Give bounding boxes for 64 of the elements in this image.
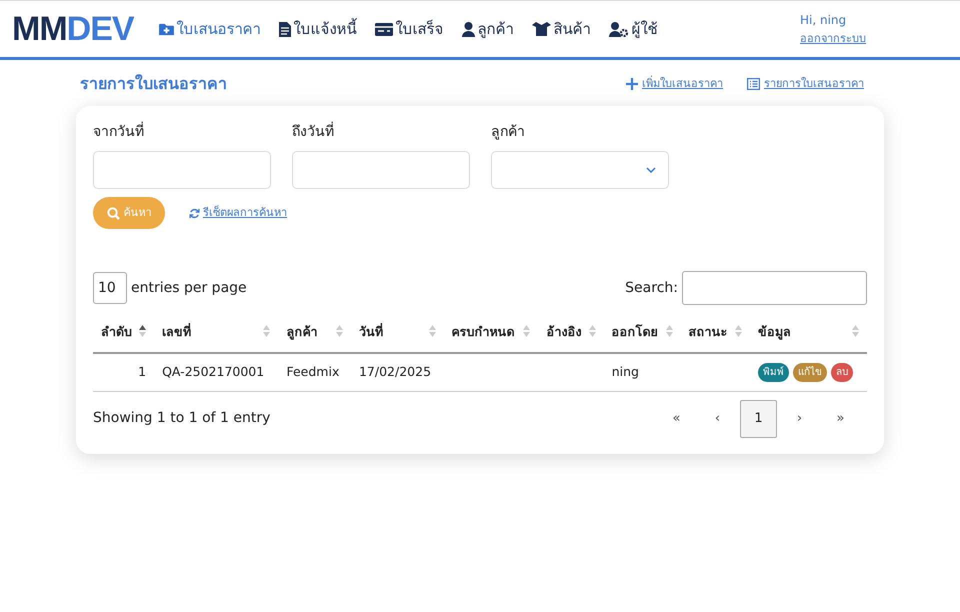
nav-link[interactable]: ใบแจ้งหนี้ [270, 18, 366, 40]
document-icon [278, 22, 291, 36]
reset-link[interactable]: รีเซ็ตผลการค้นหา [189, 204, 287, 222]
table-cell: 17/02/2025 [350, 352, 444, 392]
page-button[interactable]: ‹ [699, 400, 736, 438]
table-cell: ning [604, 352, 681, 392]
nav-link[interactable]: สินค้า [522, 18, 600, 40]
page-button[interactable]: › [781, 400, 818, 438]
logout-link[interactable]: ออกจากระบบ [800, 30, 866, 48]
page-button[interactable]: » [822, 400, 859, 438]
table-cell: 1 [93, 352, 154, 392]
page-size-label: entries per page [131, 278, 247, 298]
table-cell: QA-2502170001 [154, 352, 278, 392]
column-header[interactable]: อ้างอิง [538, 313, 604, 353]
field-label: จากวันที่ [93, 122, 271, 143]
nav-link[interactable]: ใบเสนอราคา [150, 18, 270, 40]
sort-icon [336, 325, 343, 340]
user-icon [462, 22, 475, 36]
nav-link[interactable]: ใบเสร็จ [366, 18, 453, 40]
column-header[interactable]: ออกโดย [604, 313, 681, 353]
search-icon [106, 206, 120, 220]
folder-plus-icon [158, 22, 174, 36]
sort-icon [852, 325, 859, 340]
chevron-down-icon [646, 167, 656, 173]
card-icon [374, 22, 393, 36]
sort-icon [523, 325, 530, 340]
header-link[interactable]: เพิ่มใบเสนอราคา [626, 76, 723, 92]
field-label: ลูกค้า [491, 123, 526, 142]
header-link[interactable]: รายการใบเสนอราคา [747, 76, 864, 92]
sort-icon [588, 325, 596, 340]
column-header[interactable]: ครบกำหนด [444, 313, 538, 353]
page-size-field[interactable]: 10 [93, 272, 127, 304]
column-header[interactable]: ลำดับ [93, 313, 154, 353]
sort-icon [428, 325, 436, 340]
column-header[interactable]: ข้อมูล [750, 313, 867, 353]
action-button[interactable]: ลบ [831, 362, 854, 382]
nav-link[interactable]: ผู้ใช้ [600, 18, 667, 40]
search-label: Search: [625, 278, 678, 298]
column-header[interactable]: สถานะ [680, 313, 750, 353]
refresh-icon [189, 208, 200, 218]
column-header[interactable]: ลูกค้า [278, 313, 351, 353]
table-info: Showing 1 to 1 of 1 entry [93, 409, 270, 428]
action-button[interactable]: พิมพ์ [758, 362, 790, 382]
page-button[interactable]: « [658, 400, 695, 438]
logo: MMDEV [12, 12, 134, 46]
sort-icon [666, 325, 673, 340]
greeting: Hi, ning [800, 12, 848, 29]
sort-icon [735, 325, 742, 340]
column-header[interactable]: วันที่ [350, 313, 444, 353]
column-header[interactable]: เลขที่ [154, 313, 278, 353]
list-icon [747, 78, 760, 90]
nav-link[interactable]: ลูกค้า [452, 18, 523, 40]
search-field[interactable] [682, 271, 867, 305]
user-gear-icon [608, 22, 629, 36]
page-title: รายการใบเสนอราคา [80, 73, 227, 95]
date-field[interactable] [93, 151, 271, 189]
sort-icon [139, 325, 146, 340]
sort-icon [263, 325, 270, 340]
customer-select[interactable] [491, 151, 669, 189]
table-cell: Feedmix [278, 352, 351, 392]
page-button[interactable]: 1 [740, 400, 777, 438]
field-label: ถึงวันที่ [292, 122, 470, 143]
plus-icon [626, 78, 638, 90]
date-field[interactable] [292, 151, 470, 189]
